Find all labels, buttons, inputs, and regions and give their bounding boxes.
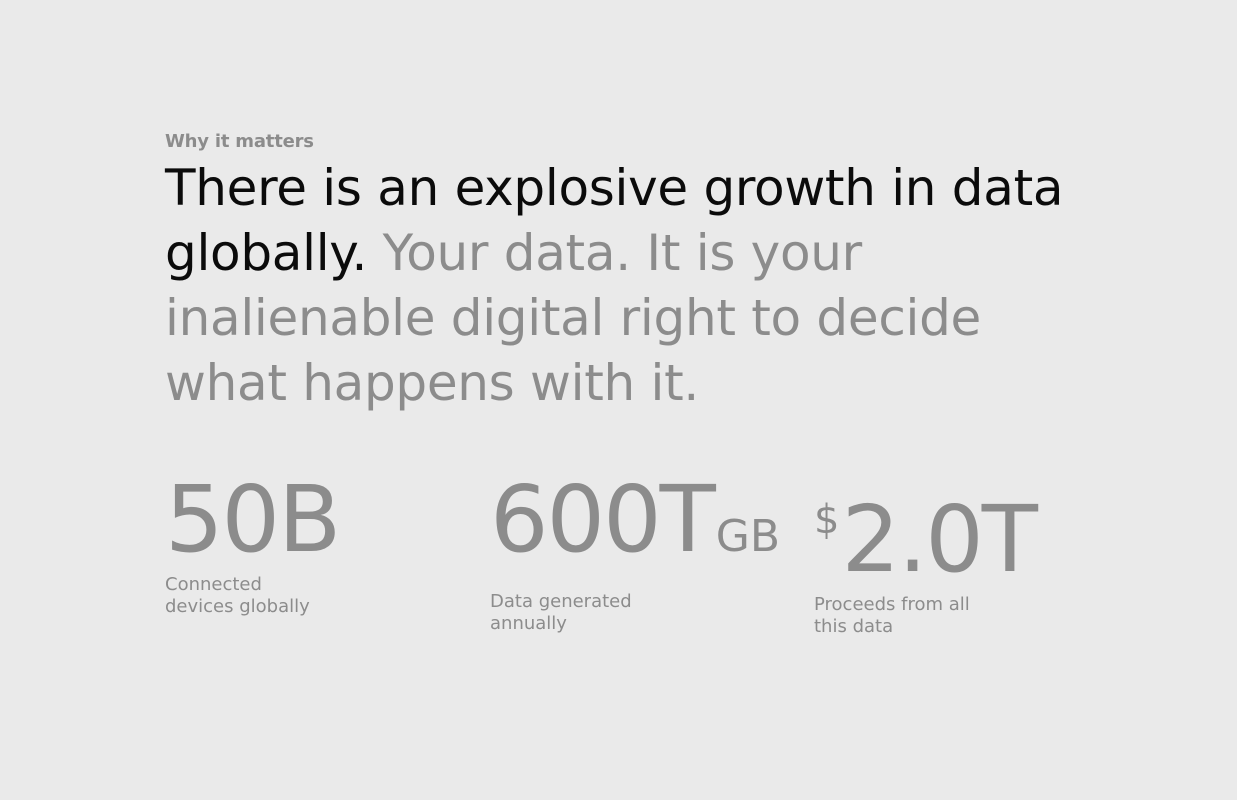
stat-number: 50B [165,466,341,573]
stat-label: Data generated annually [490,591,632,634]
why-it-matters-section: Why it matters There is an explosive gro… [165,128,1125,416]
stat-unit: GB [715,511,781,562]
stat-proceeds: $2.0T Proceeds from all this data [814,470,1114,638]
stat-value: 600TGB [490,470,790,587]
stat-label: Proceeds from all this data [814,594,970,637]
section-headline: There is an explosive growth in data glo… [165,156,1105,416]
stat-number: 2.0T [841,486,1038,593]
stat-number: 600T [490,466,716,573]
stats-row: 50B Connected devices globally 600TGB Da… [165,470,1065,638]
stat-value: 50B [165,470,465,570]
stat-currency-prefix: $ [814,497,840,543]
section-eyebrow: Why it matters [165,131,314,152]
stat-data-generated: 600TGB Data generated annually [490,470,790,635]
stat-value: $2.0T [814,470,1114,590]
stat-label: Connected devices globally [165,574,310,617]
stat-connected-devices: 50B Connected devices globally [165,470,465,618]
